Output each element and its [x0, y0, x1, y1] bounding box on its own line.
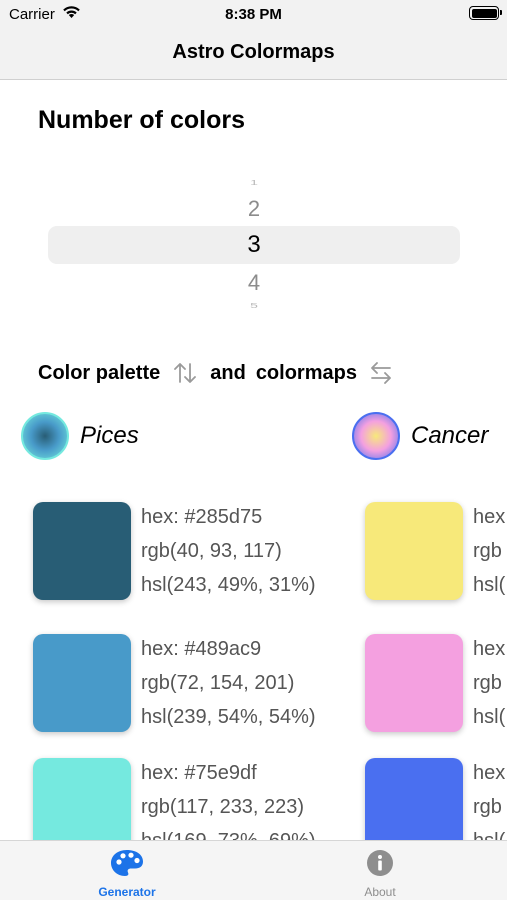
sign-header-pices: Pices [21, 412, 139, 460]
swap-vertical-icon[interactable] [172, 361, 198, 385]
hsl-value: hsl(243, 49%, 31%) [141, 574, 316, 596]
color-values: hex rgb hsl( [473, 632, 507, 734]
color-swatch[interactable] [33, 634, 131, 732]
picker-option[interactable]: 1 [48, 178, 460, 187]
hex-value: hex [473, 762, 506, 784]
picker-option[interactable]: 4 [48, 270, 460, 296]
sign-name: Cancer [411, 422, 489, 449]
hex-value: hex [473, 638, 506, 660]
tab-generator[interactable]: Generator [67, 849, 187, 899]
hsl-value: hsl( [473, 706, 506, 728]
hex-value: hex: #75e9df [141, 762, 257, 784]
palette-controls: Color palette and colormaps [38, 358, 405, 388]
hsl-value: hsl(169, 73%, 69%) [141, 824, 316, 840]
number-of-colors-heading: Number of colors [38, 106, 245, 134]
rgb-value: rgb(72, 154, 201) [141, 672, 295, 694]
navigation-bar: Astro Colormaps [0, 28, 507, 80]
color-swatch[interactable] [33, 502, 131, 600]
colormaps-label: colormaps [255, 361, 357, 384]
hsl-value: hsl( [473, 574, 506, 596]
swap-horizontal-icon[interactable] [369, 360, 393, 386]
color-values: hex: #75e9df rgb(117, 233, 223) hsl(169,… [141, 756, 316, 840]
color-values: hex rgb hsl( [473, 500, 507, 602]
sign-header-cancer: Cancer [352, 412, 488, 460]
info-icon [320, 849, 440, 882]
and-label: and [210, 361, 246, 384]
hex-value: hex: #285d75 [141, 506, 263, 528]
hsl-value: hsl(239, 54%, 54%) [141, 706, 316, 728]
picker-option[interactable]: 5 [48, 301, 460, 310]
number-picker[interactable]: 1 2 3 4 5 [48, 164, 460, 324]
hex-value: hex [473, 506, 506, 528]
rgb-value: rgb [473, 672, 502, 694]
main-content[interactable]: Number of colors 1 2 3 4 5 Color palette… [0, 80, 507, 840]
clock: 8:38 PM [225, 6, 282, 23]
pices-gradient-orb [21, 412, 69, 460]
tab-bar: Generator About [0, 840, 507, 900]
picker-option[interactable]: 2 [48, 196, 460, 222]
page-title: Astro Colormaps [172, 41, 335, 63]
picker-option-selected[interactable]: 3 [48, 231, 460, 259]
status-bar: Carrier 8:38 PM [0, 0, 507, 28]
rgb-value: rgb [473, 796, 502, 818]
color-swatch[interactable] [365, 758, 463, 840]
hsl-value: hsl( [473, 824, 507, 840]
cancer-gradient-orb [352, 412, 400, 460]
color-swatch[interactable] [365, 502, 463, 600]
color-palette-label: Color palette [38, 361, 161, 384]
color-swatch[interactable] [365, 634, 463, 732]
color-values: hex rgb hsl( [473, 756, 507, 840]
battery-icon [469, 6, 502, 20]
rgb-value: rgb(117, 233, 223) [141, 796, 305, 818]
tab-about[interactable]: About [320, 849, 440, 899]
sign-name: Pices [80, 422, 139, 449]
tab-label: About [364, 885, 396, 899]
palette-icon [67, 849, 187, 882]
rgb-value: rgb [473, 540, 502, 562]
color-swatch[interactable] [33, 758, 131, 840]
hex-value: hex: #489ac9 [141, 638, 262, 660]
tab-label: Generator [98, 885, 156, 899]
color-values: hex: #285d75 rgb(40, 93, 117) hsl(243, 4… [141, 500, 316, 602]
rgb-value: rgb(40, 93, 117) [141, 540, 282, 562]
color-values: hex: #489ac9 rgb(72, 154, 201) hsl(239, … [141, 632, 316, 734]
